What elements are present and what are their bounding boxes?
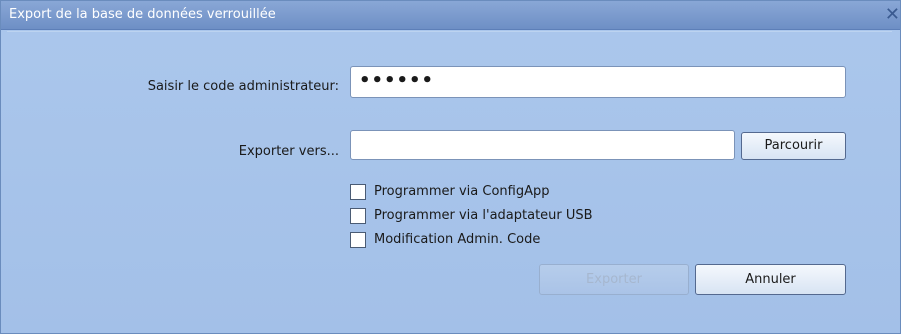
configapp-checkbox[interactable] xyxy=(350,184,366,200)
export-to-label: Exporter vers... xyxy=(238,144,339,159)
export-dialog: Export de la base de données verrouillée… xyxy=(0,0,901,334)
admin-code-change-checkbox[interactable] xyxy=(350,232,366,248)
admin-code-change-label: Modification Admin. Code xyxy=(374,232,541,247)
usb-adapter-checkbox[interactable] xyxy=(350,208,366,224)
usb-adapter-label: Programmer via l'adaptateur USB xyxy=(374,208,593,223)
title-bar: Export de la base de données verrouillée… xyxy=(1,1,900,30)
configapp-label: Programmer via ConfigApp xyxy=(374,184,550,199)
admin-code-label: Saisir le code administrateur: xyxy=(147,79,339,94)
cancel-button[interactable]: Annuler xyxy=(695,264,846,295)
export-button[interactable]: Exporter xyxy=(539,264,689,295)
browse-button[interactable]: Parcourir xyxy=(741,132,846,160)
admin-code-input[interactable]: •••••• xyxy=(350,66,846,98)
close-icon[interactable]: ✕ xyxy=(878,1,900,29)
dialog-content: Saisir le code administrateur: •••••• Ex… xyxy=(7,31,892,324)
export-path-input[interactable] xyxy=(350,130,735,160)
window-title: Export de la base de données verrouillée xyxy=(9,7,276,22)
